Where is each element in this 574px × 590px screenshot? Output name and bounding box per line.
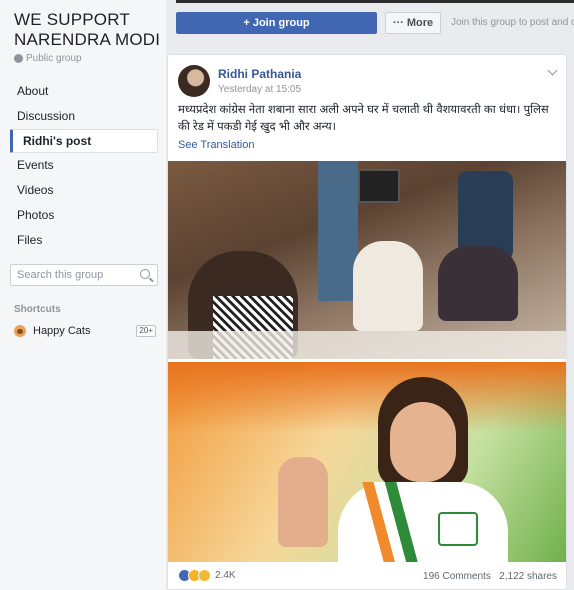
nav-item-photos[interactable]: Photos: [10, 203, 158, 228]
saffron-band: [168, 362, 566, 432]
nav-item-about[interactable]: About: [10, 79, 158, 104]
raised-hand: [278, 457, 328, 547]
wow-reaction-icon: [198, 569, 211, 582]
more-button[interactable]: ··· More: [385, 12, 441, 34]
group-title-line2[interactable]: NARENDRA MODI: [14, 30, 160, 50]
cover-photo-edge: [176, 0, 574, 3]
tv-screen: [358, 169, 400, 203]
globe-icon: [14, 54, 23, 63]
join-group-button[interactable]: + Join group: [176, 12, 377, 34]
seated-woman-2: [438, 246, 518, 321]
comments-count[interactable]: 196 Comments: [423, 571, 491, 582]
nav-item-discussion[interactable]: Discussion: [10, 104, 158, 129]
join-note: Join this group to post and co: [451, 17, 574, 28]
privacy-label: Public group: [26, 53, 82, 64]
group-title-line1[interactable]: WE SUPPORT: [14, 10, 160, 30]
nav-item-files[interactable]: Files: [10, 228, 158, 253]
shares-count[interactable]: 2,122 shares: [499, 571, 557, 582]
avatar[interactable]: [178, 65, 210, 97]
post-card: Ridhi Pathania Yesterday at 15:05 मध्यप्…: [167, 54, 567, 590]
post-photo-1[interactable]: [168, 161, 566, 359]
reaction-count[interactable]: 2.4K: [215, 570, 236, 581]
group-search-input[interactable]: Search this group: [10, 264, 158, 286]
group-sidebar: WE SUPPORT NARENDRA MODI Public group Ab…: [0, 0, 166, 590]
shortcut-label[interactable]: Happy Cats: [33, 325, 90, 337]
chevron-down-icon[interactable]: [547, 65, 558, 76]
post-stats: 196 Comments 2,122 shares: [423, 571, 557, 582]
group-nav: About Discussion Ridhi's post Events Vid…: [10, 79, 158, 253]
group-privacy: Public group: [14, 53, 82, 64]
bed-sheet: [168, 331, 566, 359]
standing-person: [318, 161, 358, 301]
nav-item-videos[interactable]: Videos: [10, 178, 158, 203]
face: [390, 402, 456, 482]
shortcut-item[interactable]: Happy Cats 20+: [14, 323, 156, 339]
nav-item-events[interactable]: Events: [10, 153, 158, 178]
search-icon[interactable]: [140, 269, 150, 279]
reactions-summary[interactable]: 2.4K: [178, 569, 236, 582]
search-placeholder: Search this group: [17, 269, 104, 281]
shortcuts-heading: Shortcuts: [14, 304, 61, 315]
nav-item-ridhis-post[interactable]: Ridhi's post: [10, 129, 158, 153]
shortcut-badge: 20+: [136, 325, 156, 337]
white-outfit: [338, 482, 508, 562]
post-timestamp[interactable]: Yesterday at 15:05: [218, 84, 301, 95]
hand-symbol: [438, 512, 478, 546]
post-author[interactable]: Ridhi Pathania: [218, 67, 301, 81]
seated-woman: [353, 241, 423, 331]
paw-icon: [14, 325, 26, 337]
see-translation-link[interactable]: See Translation: [178, 139, 254, 151]
post-photo-2[interactable]: [168, 362, 566, 562]
post-text: मध्यप्रदेश कांग्रेस नेता शबाना सारा अली …: [178, 104, 549, 133]
group-title[interactable]: WE SUPPORT NARENDRA MODI: [14, 10, 160, 50]
